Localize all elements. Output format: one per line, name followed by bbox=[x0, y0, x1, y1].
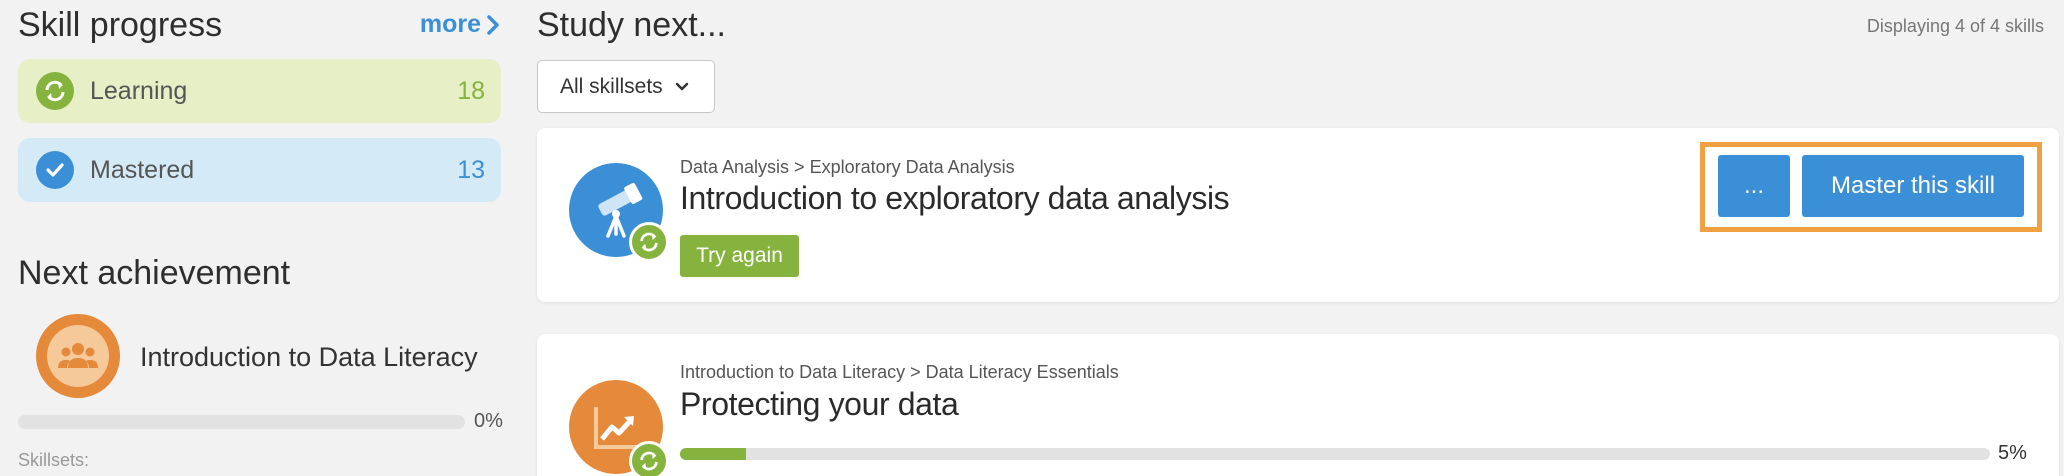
skill-progress-percent: 5% bbox=[1998, 442, 2027, 464]
achievement-name: Introduction to Data Literacy bbox=[140, 342, 478, 372]
learning-stat[interactable]: Learning 18 bbox=[18, 59, 501, 123]
skill-title[interactable]: Protecting your data bbox=[680, 386, 959, 423]
skill-card: Data Analysis > Exploratory Data Analysi… bbox=[537, 128, 2059, 302]
more-options-button[interactable]: ... bbox=[1718, 155, 1790, 217]
skill-progress-fill bbox=[680, 448, 746, 460]
skill-progress-bar bbox=[680, 448, 1990, 460]
refresh-icon bbox=[629, 222, 669, 262]
skill-breadcrumb[interactable]: Introduction to Data Literacy > Data Lit… bbox=[680, 362, 1119, 383]
learning-count: 18 bbox=[457, 76, 485, 105]
skill-title[interactable]: Introduction to exploratory data analysi… bbox=[680, 180, 1230, 217]
mastered-stat[interactable]: Mastered 13 bbox=[18, 138, 501, 202]
chevron-down-icon bbox=[675, 82, 688, 90]
achievement-progress-percent: 0% bbox=[474, 410, 503, 432]
achievement-progress-bar bbox=[18, 415, 465, 429]
refresh-icon bbox=[36, 72, 74, 110]
skill-breadcrumb[interactable]: Data Analysis > Exploratory Data Analysi… bbox=[680, 157, 1015, 178]
more-link[interactable]: more bbox=[420, 10, 501, 39]
checkmark-icon bbox=[36, 151, 74, 189]
more-link-label: more bbox=[419, 10, 481, 38]
mastered-label: Mastered bbox=[90, 155, 195, 184]
skill-progress-title: Skill progress bbox=[18, 6, 223, 44]
study-next-title: Study next... bbox=[537, 6, 726, 44]
displaying-count: Displaying 4 of 4 skills bbox=[1866, 16, 2044, 36]
next-achievement-title: Next achievement bbox=[18, 254, 291, 292]
master-skill-button[interactable]: Master this skill bbox=[1802, 155, 2024, 217]
skillset-filter-value: All skillsets bbox=[560, 74, 663, 98]
refresh-icon bbox=[629, 441, 669, 476]
skill-card: Introduction to Data Literacy > Data Lit… bbox=[537, 334, 2059, 476]
try-again-badge: Try again bbox=[680, 235, 799, 277]
achievement-badge bbox=[36, 314, 120, 398]
chevron-right-icon bbox=[487, 14, 499, 35]
skillsets-label: Skillsets: bbox=[18, 450, 90, 470]
group-icon bbox=[58, 343, 98, 368]
learning-label: Learning bbox=[90, 76, 188, 105]
skillset-filter-dropdown[interactable]: All skillsets bbox=[537, 60, 715, 113]
mastered-count: 13 bbox=[457, 155, 485, 184]
